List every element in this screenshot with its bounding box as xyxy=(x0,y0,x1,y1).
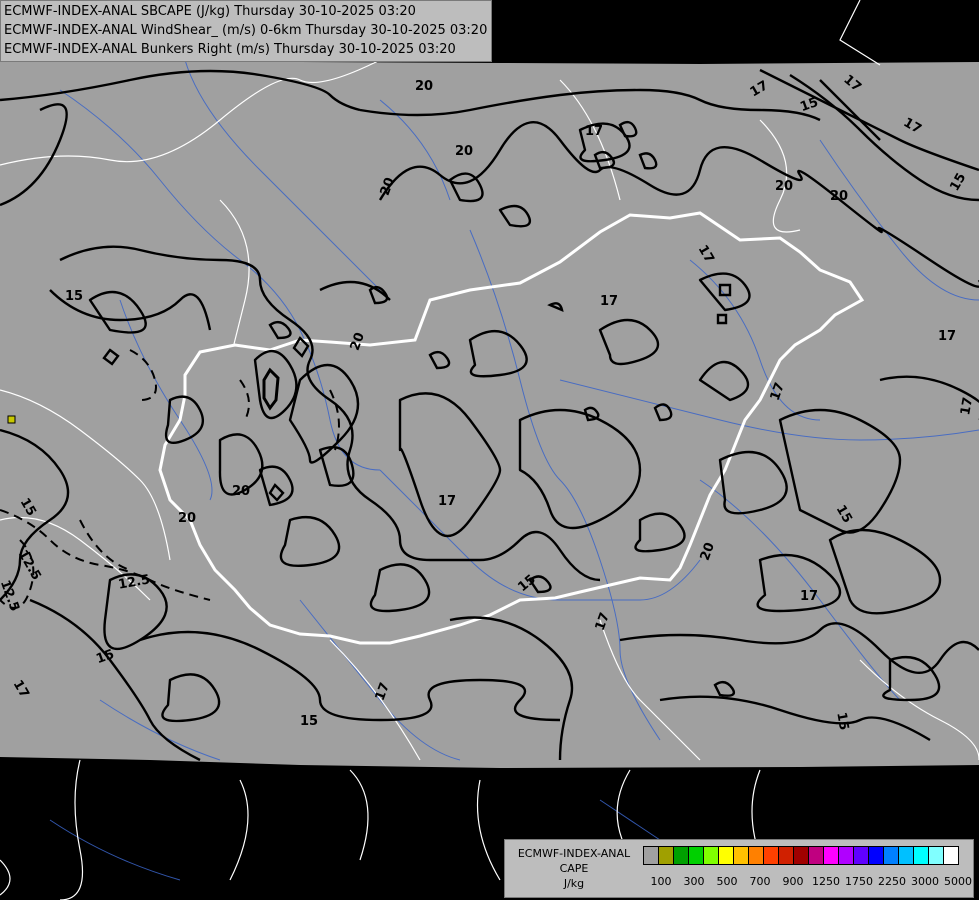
legend-swatch xyxy=(823,846,839,865)
legend-swatch xyxy=(688,846,704,865)
contour-label: 20 xyxy=(775,179,793,194)
map-canvas: 20 20 20 20 20 20 20 20 20 17 17 17 17 1… xyxy=(0,0,979,900)
legend-variable: CAPE xyxy=(559,862,589,875)
legend-swatch xyxy=(763,846,779,865)
legend-tick-label: 1750 xyxy=(845,875,873,888)
title-bunkers: ECMWF-INDEX-ANAL Bunkers Right (m/s) Thu… xyxy=(4,42,456,57)
legend-tick-label: 500 xyxy=(716,875,738,888)
legend-tick-label: 300 xyxy=(683,875,705,888)
contour-label: 15 xyxy=(833,711,851,731)
contour-label: 20 xyxy=(415,79,433,94)
contour-label: 17 xyxy=(958,396,976,416)
legend-unit: J/kg xyxy=(563,877,585,890)
contour-label: 17 xyxy=(800,589,818,604)
legend-swatch xyxy=(673,846,689,865)
legend-swatches xyxy=(643,846,959,865)
contour-label: 17 xyxy=(600,294,618,309)
legend-swatch xyxy=(658,846,674,865)
contour-label: 15 xyxy=(300,714,318,729)
contour-label: 20 xyxy=(178,511,196,526)
legend-swatch xyxy=(808,846,824,865)
title-sbcape: ECMWF-INDEX-ANAL SBCAPE (J/kg) Thursday … xyxy=(4,4,416,19)
legend-swatch xyxy=(748,846,764,865)
color-legend: ECMWF-INDEX-ANAL CAPE J/kg 100 300 500 700 9… xyxy=(504,839,974,898)
legend-name: ECMWF-INDEX-ANAL CAPE J/kg xyxy=(507,846,641,891)
contour-label: 17 xyxy=(585,124,603,139)
legend-tick-label: 900 xyxy=(782,875,804,888)
legend-swatch xyxy=(898,846,914,865)
legend-tick-label: 1250 xyxy=(812,875,840,888)
legend-swatch xyxy=(778,846,794,865)
legend-tick-label: 3000 xyxy=(911,875,939,888)
legend-swatch xyxy=(883,846,899,865)
legend-swatch xyxy=(943,846,959,865)
legend-model: ECMWF-INDEX-ANAL xyxy=(517,847,631,860)
contour-label: 20 xyxy=(830,189,848,204)
legend-swatch xyxy=(838,846,854,865)
legend-tick-label: 5000 xyxy=(944,875,972,888)
legend-swatch xyxy=(913,846,929,865)
contour-label: 17 xyxy=(938,329,956,344)
title-box: ECMWF-INDEX-ANAL SBCAPE (J/kg) Thursday … xyxy=(0,0,493,62)
legend-labels: 100 300 500 700 900 1250 1750 2250 3000 5000 xyxy=(643,875,973,889)
title-windshear: ECMWF-INDEX-ANAL WindShear_ (m/s) 0-6km … xyxy=(4,23,488,38)
cape-marker xyxy=(7,415,16,424)
contour-label: 20 xyxy=(455,144,473,159)
legend-swatch xyxy=(718,846,734,865)
legend-swatch xyxy=(928,846,944,865)
legend-tick-label: 2250 xyxy=(878,875,906,888)
contour-label: 17 xyxy=(438,494,456,509)
legend-swatch xyxy=(793,846,809,865)
contour-label: 15 xyxy=(65,289,83,304)
legend-swatch xyxy=(643,846,659,865)
contour-label: 20 xyxy=(232,484,250,499)
legend-swatch xyxy=(868,846,884,865)
data-domain xyxy=(0,40,979,768)
legend-swatch xyxy=(733,846,749,865)
legend-tick-label: 100 xyxy=(650,875,672,888)
legend-tick-label: 700 xyxy=(749,875,771,888)
legend-swatch xyxy=(703,846,719,865)
legend-swatch xyxy=(853,846,869,865)
